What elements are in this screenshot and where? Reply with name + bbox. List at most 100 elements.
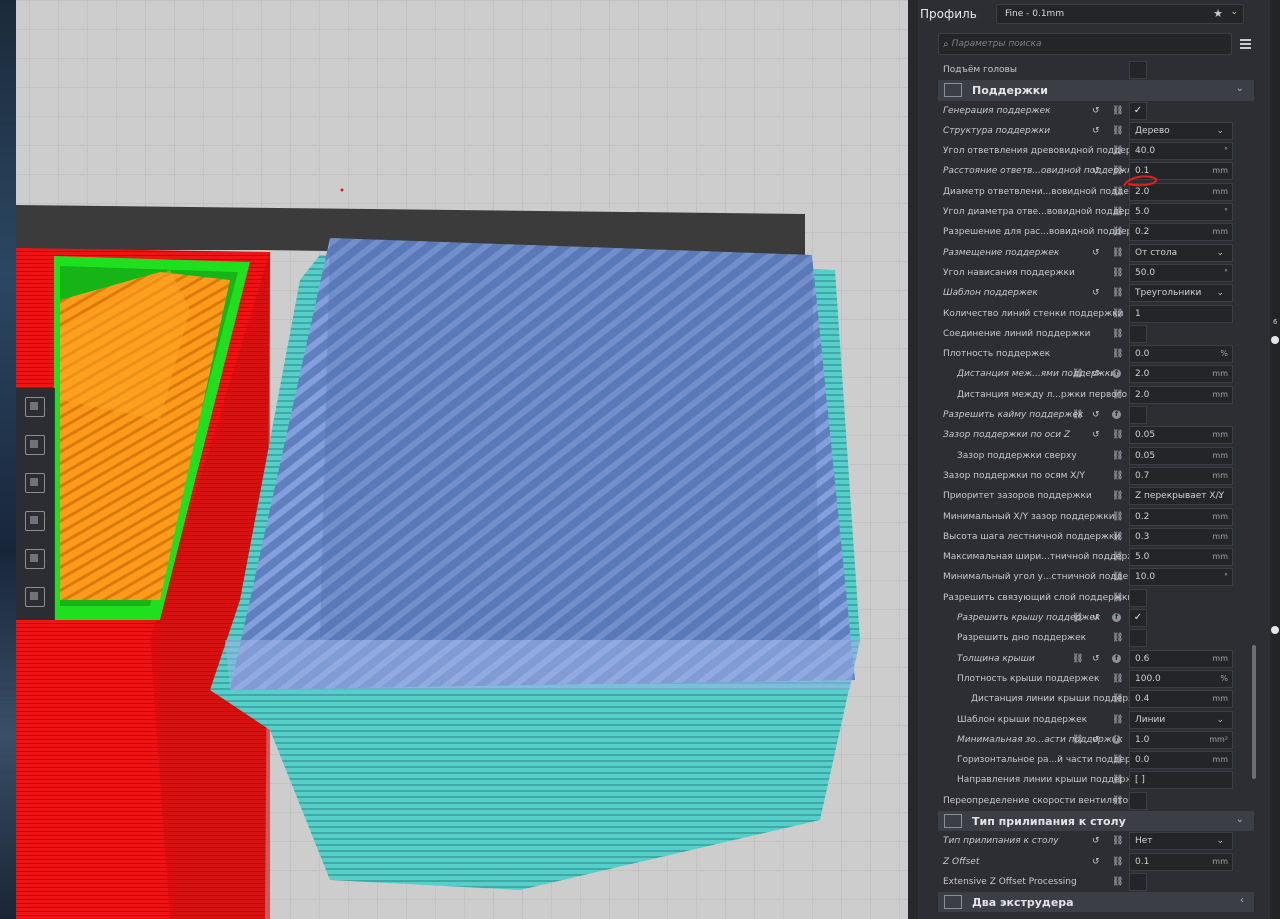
tool-per-model-button[interactable] (16, 540, 54, 578)
setting-input[interactable]: 2.0 mm (1129, 385, 1233, 404)
link-icon[interactable]: ⛓ (1112, 552, 1123, 562)
link-icon[interactable]: ⛓ (1112, 288, 1123, 298)
setting-checkbox[interactable] (1129, 629, 1147, 648)
tool-rotate-button[interactable] (16, 464, 54, 502)
setting-input[interactable]: [ ] (1129, 771, 1233, 790)
settings-scrollbar[interactable] (1252, 645, 1256, 779)
setting-input[interactable]: 0.3 mm (1129, 527, 1233, 546)
setting-dropdown[interactable]: Z перекрывает X/Y ⌄ (1129, 487, 1233, 506)
setting-input[interactable]: 0.05 mm (1129, 446, 1233, 465)
category-dual-extruder[interactable]: Два экструдера ‹ (938, 892, 1254, 913)
link-icon[interactable]: ⛓ (1112, 349, 1123, 359)
link-icon[interactable]: ⛓ (1112, 836, 1123, 846)
reset-icon[interactable]: ↺ (1092, 126, 1102, 136)
reset-icon[interactable]: ↺ (1092, 166, 1102, 176)
setting-input[interactable]: 40.0 ° (1129, 142, 1233, 161)
link-icon[interactable]: ⛓ (1112, 857, 1123, 867)
setting-checkbox[interactable]: ✓ (1129, 609, 1147, 628)
reset-icon[interactable]: ↺ (1092, 369, 1102, 379)
setting-dropdown[interactable]: Линии ⌄ (1129, 710, 1233, 729)
setting-input[interactable]: 0.2 mm (1129, 223, 1233, 242)
link-icon[interactable]: ⛓ (1072, 369, 1083, 379)
setting-input[interactable]: 2.0 mm (1129, 365, 1233, 384)
reset-icon[interactable]: ↺ (1092, 654, 1102, 664)
setting-checkbox[interactable] (1129, 324, 1147, 343)
link-icon[interactable]: ⛓ (1112, 471, 1123, 481)
setting-checkbox[interactable] (1129, 406, 1147, 425)
star-icon[interactable]: ★ (1213, 7, 1223, 20)
reset-icon[interactable]: ↺ (1092, 857, 1102, 867)
reset-icon[interactable]: ↺ (1092, 106, 1102, 116)
link-icon[interactable]: ⛓ (1112, 126, 1123, 136)
link-icon[interactable]: ⛓ (1072, 654, 1083, 664)
reset-icon[interactable]: ↺ (1092, 288, 1102, 298)
link-icon[interactable]: ⛓ (1112, 491, 1123, 501)
setting-checkbox[interactable] (1129, 588, 1147, 607)
setting-dropdown[interactable]: Нет ⌄ (1129, 832, 1233, 851)
reset-icon[interactable]: ↺ (1092, 836, 1102, 846)
link-icon[interactable]: ⛓ (1072, 613, 1083, 623)
setting-input[interactable]: 0.0% (1129, 345, 1233, 364)
tool-move-button[interactable] (16, 388, 54, 426)
link-icon[interactable]: ⛓ (1112, 227, 1123, 237)
setting-input[interactable]: 0.1 mm (1129, 852, 1233, 871)
setting-dropdown[interactable]: От стола ⌄ (1129, 243, 1233, 262)
search-input[interactable]: ⌕ Параметры поиска (938, 33, 1232, 55)
setting-input[interactable]: 0.2 mm (1129, 507, 1233, 526)
function-icon[interactable]: f (1112, 734, 1121, 744)
category-adhesion[interactable]: Тип прилипания к столу ⌄ (938, 810, 1254, 832)
setting-checkbox[interactable] (1129, 61, 1147, 79)
link-icon[interactable]: ⛓ (1112, 430, 1123, 440)
setting-checkbox[interactable]: ✓ (1129, 101, 1147, 120)
setting-input[interactable]: 0.05 mm (1129, 426, 1233, 445)
setting-input[interactable]: 0.6 mm (1129, 649, 1233, 668)
strip-handle-bottom[interactable] (1271, 626, 1279, 634)
link-icon[interactable]: ⛓ (1112, 451, 1123, 461)
setting-checkbox[interactable] (1129, 872, 1147, 891)
link-icon[interactable]: ⛓ (1112, 248, 1123, 258)
link-icon[interactable]: ⛓ (1112, 775, 1123, 785)
link-icon[interactable]: ⛓ (1112, 512, 1123, 522)
menu-icon[interactable] (1240, 35, 1258, 53)
setting-input[interactable]: 100.0% (1129, 669, 1233, 688)
function-icon[interactable]: f (1112, 653, 1121, 663)
link-icon[interactable]: ⛓ (1112, 715, 1123, 725)
setting-input[interactable]: 0.4 mm (1129, 690, 1233, 709)
link-icon[interactable]: ⛓ (1072, 735, 1083, 745)
link-icon[interactable]: ⛓ (1112, 268, 1123, 278)
function-icon[interactable]: f (1112, 369, 1121, 379)
setting-checkbox[interactable] (1129, 791, 1147, 810)
reset-icon[interactable]: ↺ (1092, 410, 1102, 420)
reset-icon[interactable]: ↺ (1092, 248, 1102, 258)
link-icon[interactable]: ⛓ (1112, 877, 1123, 887)
strip-handle-top[interactable] (1271, 336, 1279, 344)
link-icon[interactable]: ⛓ (1112, 532, 1123, 542)
link-icon[interactable]: ⛓ (1112, 572, 1123, 582)
link-icon[interactable]: ⛓ (1072, 410, 1083, 420)
setting-input[interactable]: 1.0 mm² (1129, 730, 1233, 749)
tool-mirror-button[interactable] (16, 502, 54, 540)
link-icon[interactable]: ⛓ (1112, 674, 1123, 684)
setting-input[interactable]: 0.7 mm (1129, 466, 1233, 485)
reset-icon[interactable]: ↺ (1092, 735, 1102, 745)
function-icon[interactable]: f (1112, 613, 1121, 623)
function-icon[interactable]: f (1112, 410, 1121, 420)
category-support[interactable]: Поддержки ⌄ (938, 80, 1254, 101)
profile-select[interactable]: Fine - 0.1mm ★ ⌄ (996, 4, 1244, 24)
setting-input[interactable]: 5.0 ° (1129, 203, 1233, 222)
setting-dropdown[interactable]: Треугольники ⌄ (1129, 284, 1233, 303)
tool-scale-button[interactable] (16, 426, 54, 464)
reset-icon[interactable]: ↺ (1092, 430, 1102, 440)
link-icon[interactable]: ⛓ (1112, 309, 1123, 319)
setting-dropdown[interactable]: Дерево ⌄ (1129, 121, 1233, 140)
link-icon[interactable]: ⛓ (1112, 694, 1123, 704)
link-icon[interactable]: ⛓ (1112, 146, 1123, 156)
link-icon[interactable]: ⛓ (1112, 633, 1123, 643)
link-icon[interactable]: ⛓ (1112, 755, 1123, 765)
tool-support-blocker-button[interactable] (16, 578, 54, 616)
link-icon[interactable]: ⛓ (1112, 207, 1123, 217)
setting-input[interactable]: 1 (1129, 304, 1233, 323)
3d-viewport[interactable] (0, 0, 908, 919)
setting-input[interactable]: 50.0 ° (1129, 263, 1233, 282)
setting-input[interactable]: 0.0 mm (1129, 751, 1233, 770)
